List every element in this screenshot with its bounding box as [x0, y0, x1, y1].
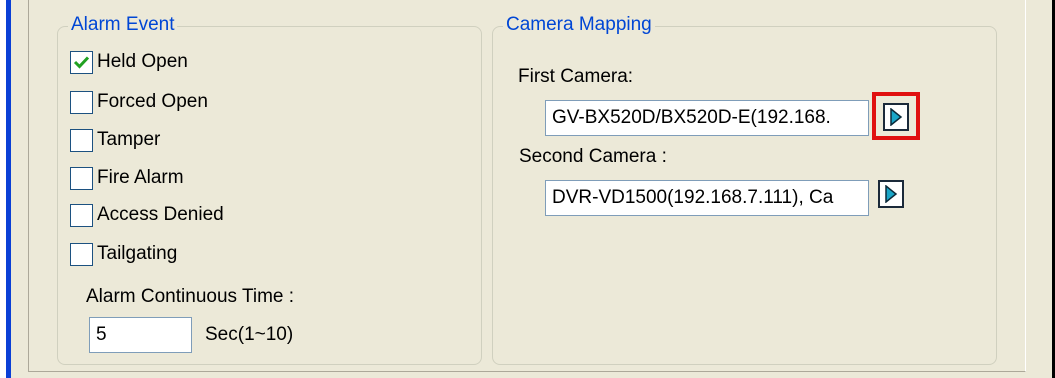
checkbox-tailgating[interactable]: Tailgating [70, 241, 177, 267]
play-arrow-icon [890, 108, 903, 126]
checkbox-box[interactable] [70, 203, 93, 227]
first-camera-field[interactable]: GV-BX520D/BX520D-E(192.168. [545, 100, 869, 136]
checkbox-label: Forced Open [97, 91, 208, 112]
first-camera-label: First Camera: [518, 66, 634, 87]
settings-window: Alarm Event Held Open Forced Open Tamper… [0, 0, 1055, 378]
checkbox-box[interactable] [70, 166, 93, 190]
second-camera-label: Second Camera : [519, 146, 667, 167]
checkbox-label: Tamper [97, 129, 161, 150]
checkbox-box[interactable] [70, 50, 93, 74]
checkbox-tamper[interactable]: Tamper [70, 127, 160, 153]
first-camera-select-button[interactable] [883, 103, 909, 131]
checkbox-label: Tailgating [97, 243, 178, 264]
second-camera-field[interactable]: DVR-VD1500(192.168.7.111), Ca [545, 180, 869, 216]
checkbox-label: Fire Alarm [97, 167, 184, 188]
alarm-continuous-time-unit: Sec(1~10) [205, 324, 294, 345]
checkbox-label: Access Denied [97, 204, 224, 225]
checkbox-held-open[interactable]: Held Open [70, 49, 188, 75]
camera-mapping-title: Camera Mapping [503, 13, 655, 37]
checkbox-box[interactable] [70, 90, 93, 114]
checkbox-access-denied[interactable]: Access Denied [70, 202, 224, 228]
checkmark-icon [73, 55, 90, 69]
alarm-continuous-time-label: Alarm Continuous Time : [86, 286, 295, 307]
alarm-event-group: Alarm Event [57, 13, 482, 365]
alarm-continuous-time-input[interactable]: 5 [89, 317, 192, 353]
checkbox-box[interactable] [70, 242, 93, 266]
checkbox-fire-alarm[interactable]: Fire Alarm [70, 165, 184, 191]
checkbox-forced-open[interactable]: Forced Open [70, 89, 208, 115]
checkbox-label: Held Open [97, 51, 188, 72]
play-arrow-icon [885, 185, 898, 203]
alarm-event-title: Alarm Event [68, 13, 178, 37]
checkbox-box[interactable] [70, 128, 93, 152]
second-camera-select-button[interactable] [878, 180, 904, 208]
